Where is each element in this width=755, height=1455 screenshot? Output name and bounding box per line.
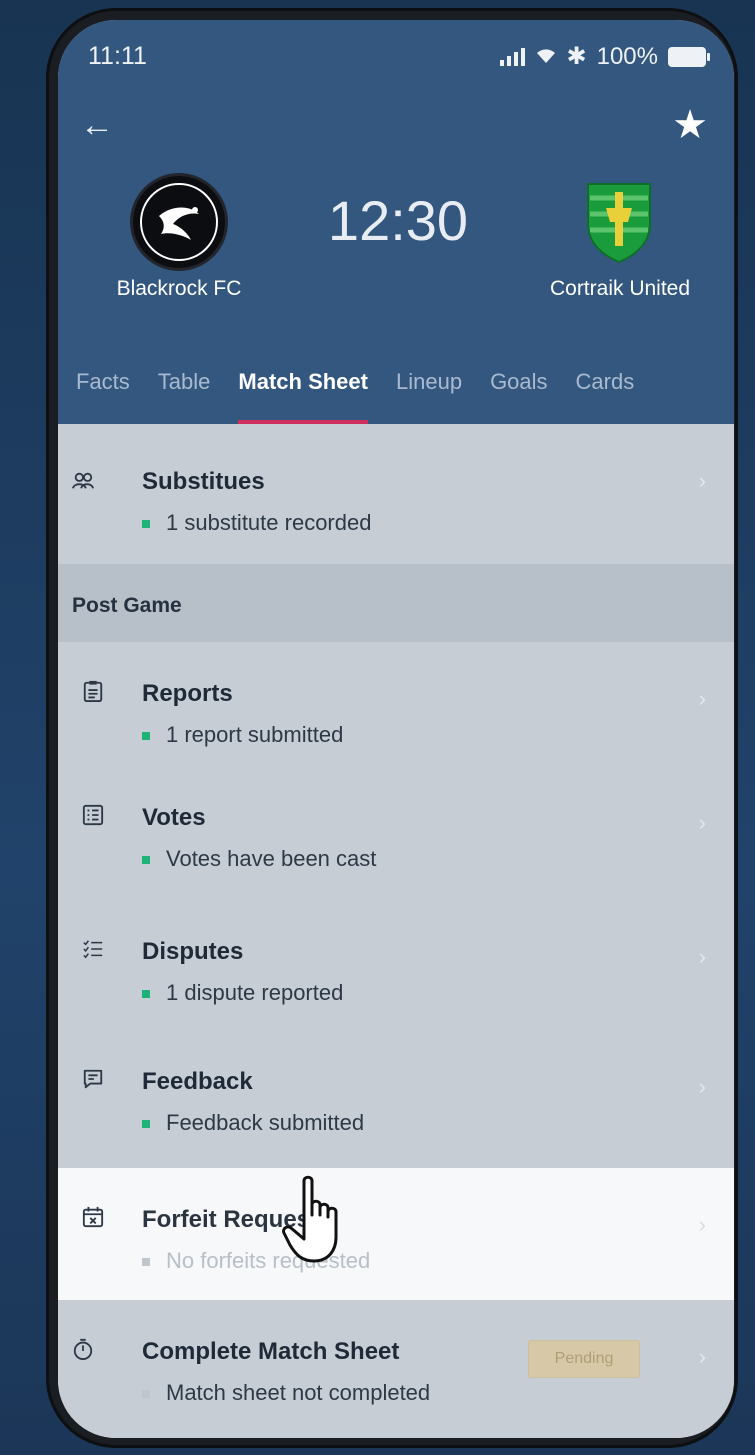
tab-facts[interactable]: Facts: [58, 368, 144, 424]
users-icon: [72, 472, 94, 489]
status-icons: ✱ 100%: [499, 42, 710, 71]
tab-goals[interactable]: Goals: [476, 368, 561, 424]
status-time: 11:11: [88, 42, 147, 70]
post-game-section: Post Game: [58, 564, 734, 642]
tab-table[interactable]: Table: [144, 368, 225, 424]
wifi-icon: [535, 43, 557, 71]
chevron-right-icon: ›: [698, 944, 706, 969]
votes-status: Votes have been cast: [142, 846, 376, 872]
substitutes-status: 1 substitute recorded: [142, 510, 371, 536]
disputes-row[interactable]: Disputes 1 dispute reported ›: [58, 900, 734, 1030]
hand-pointer-icon: [282, 1175, 338, 1263]
chevron-right-icon: ›: [698, 686, 706, 711]
chevron-right-icon: ›: [698, 1074, 706, 1099]
away-team-crest: [584, 178, 654, 264]
home-team-name: Blackrock FC: [116, 277, 242, 300]
disputes-title: Disputes: [142, 938, 244, 965]
stopwatch-icon: [73, 1338, 93, 1360]
battery-icon: [668, 46, 710, 67]
ballot-list-icon: [82, 804, 104, 826]
votes-row[interactable]: Votes Votes have been cast ›: [58, 766, 734, 900]
match-header: 11:11 ✱ 100% ← ★ Blackrock FC 12:30 Cort…: [58, 20, 734, 424]
feedback-title: Feedback: [142, 1068, 253, 1095]
status-dot: [142, 1390, 150, 1399]
match-sheet-list: Substitues 1 substitute recorded › Post …: [58, 424, 734, 1438]
tab-match-sheet[interactable]: Match Sheet: [224, 368, 382, 424]
favorite-star-icon[interactable]: ★: [672, 102, 708, 148]
back-arrow-icon[interactable]: ←: [80, 106, 114, 145]
status-dot: [142, 990, 150, 999]
chevron-right-icon: ›: [698, 810, 706, 835]
match-tabs: Facts Table Match Sheet Lineup Goals Car…: [58, 368, 734, 424]
disputes-status: 1 dispute reported: [142, 980, 343, 1006]
home-team-crest: [130, 173, 228, 271]
status-dot: [142, 520, 150, 529]
checklist-icon: [83, 940, 103, 959]
status-dot: [142, 856, 150, 865]
battery-percent: 100%: [596, 42, 658, 70]
tab-cards[interactable]: Cards: [562, 368, 649, 424]
away-team-name: Cortraik United: [549, 277, 691, 300]
complete-match-sheet-row[interactable]: Complete Match Sheet Match sheet not com…: [58, 1300, 734, 1438]
app-screen: 11:11 ✱ 100% ← ★ Blackrock FC 12:30 Cort…: [58, 20, 734, 1438]
section-label: Post Game: [72, 594, 182, 617]
forfeit-request-row[interactable]: Forfeit Request No forfeits requested ›: [58, 1168, 734, 1300]
reports-status: 1 report submitted: [142, 722, 343, 748]
chevron-right-icon: ›: [698, 1212, 706, 1237]
chevron-right-icon: ›: [698, 468, 706, 493]
substitutes-row[interactable]: Substitues 1 substitute recorded ›: [58, 424, 734, 564]
status-dot: [142, 1258, 150, 1267]
feedback-status: Feedback submitted: [142, 1110, 364, 1136]
signal-icon: [499, 47, 525, 66]
pending-badge: Pending: [528, 1340, 640, 1378]
calendar-cancel-icon: [82, 1206, 104, 1228]
status-dot: [142, 1120, 150, 1129]
tab-lineup[interactable]: Lineup: [382, 368, 476, 424]
complete-match-sheet-title: Complete Match Sheet: [142, 1338, 400, 1365]
complete-match-sheet-status: Match sheet not completed: [142, 1380, 430, 1406]
feedback-row[interactable]: Feedback Feedback submitted ›: [58, 1030, 734, 1168]
clipboard-icon: [83, 680, 103, 702]
chevron-right-icon: ›: [698, 1344, 706, 1369]
status-dot: [142, 732, 150, 741]
votes-title: Votes: [142, 804, 206, 831]
reports-title: Reports: [142, 680, 233, 707]
feedback-message-icon: [83, 1069, 103, 1089]
reports-row[interactable]: Reports 1 report submitted ›: [58, 642, 734, 766]
bluetooth-icon: ✱: [566, 43, 587, 70]
kickoff-time: 12:30: [327, 189, 469, 252]
substitutes-title: Substitues: [142, 468, 265, 495]
